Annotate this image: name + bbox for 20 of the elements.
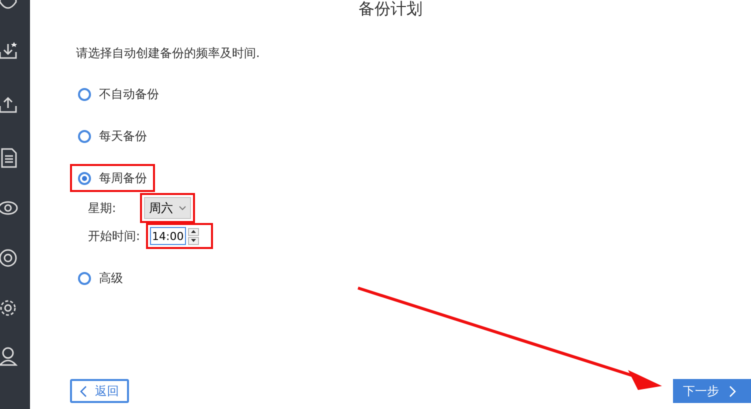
radio-option[interactable]: 不自动备份 <box>70 80 167 108</box>
radio-option[interactable]: 高级 <box>70 264 131 292</box>
time-field[interactable]: 14:00 <box>150 227 186 245</box>
chevron-right-icon <box>729 386 736 396</box>
chevron-left-icon <box>80 386 87 396</box>
back-button[interactable]: 返回 <box>70 379 129 403</box>
day-label: 星期: <box>88 200 118 217</box>
day-select[interactable]: 周六 <box>144 197 191 219</box>
time-label: 开始时间: <box>88 228 142 245</box>
chevron-down-icon <box>179 206 186 210</box>
next-button[interactable]: 下一步 <box>673 379 751 403</box>
spin-down-button[interactable] <box>188 236 199 244</box>
down-triangle-icon <box>191 238 196 242</box>
radio-option[interactable]: 每天备份 <box>70 122 155 150</box>
radio-option[interactable]: 每周备份 <box>70 164 155 192</box>
spin-up-button[interactable] <box>188 228 199 236</box>
document-icon[interactable] <box>0 146 20 170</box>
up-triangle-icon <box>191 230 196 233</box>
page-title: 备份计划 <box>358 0 424 18</box>
instruction-text: 请选择自动创建备份的频率及时间. <box>76 45 260 62</box>
